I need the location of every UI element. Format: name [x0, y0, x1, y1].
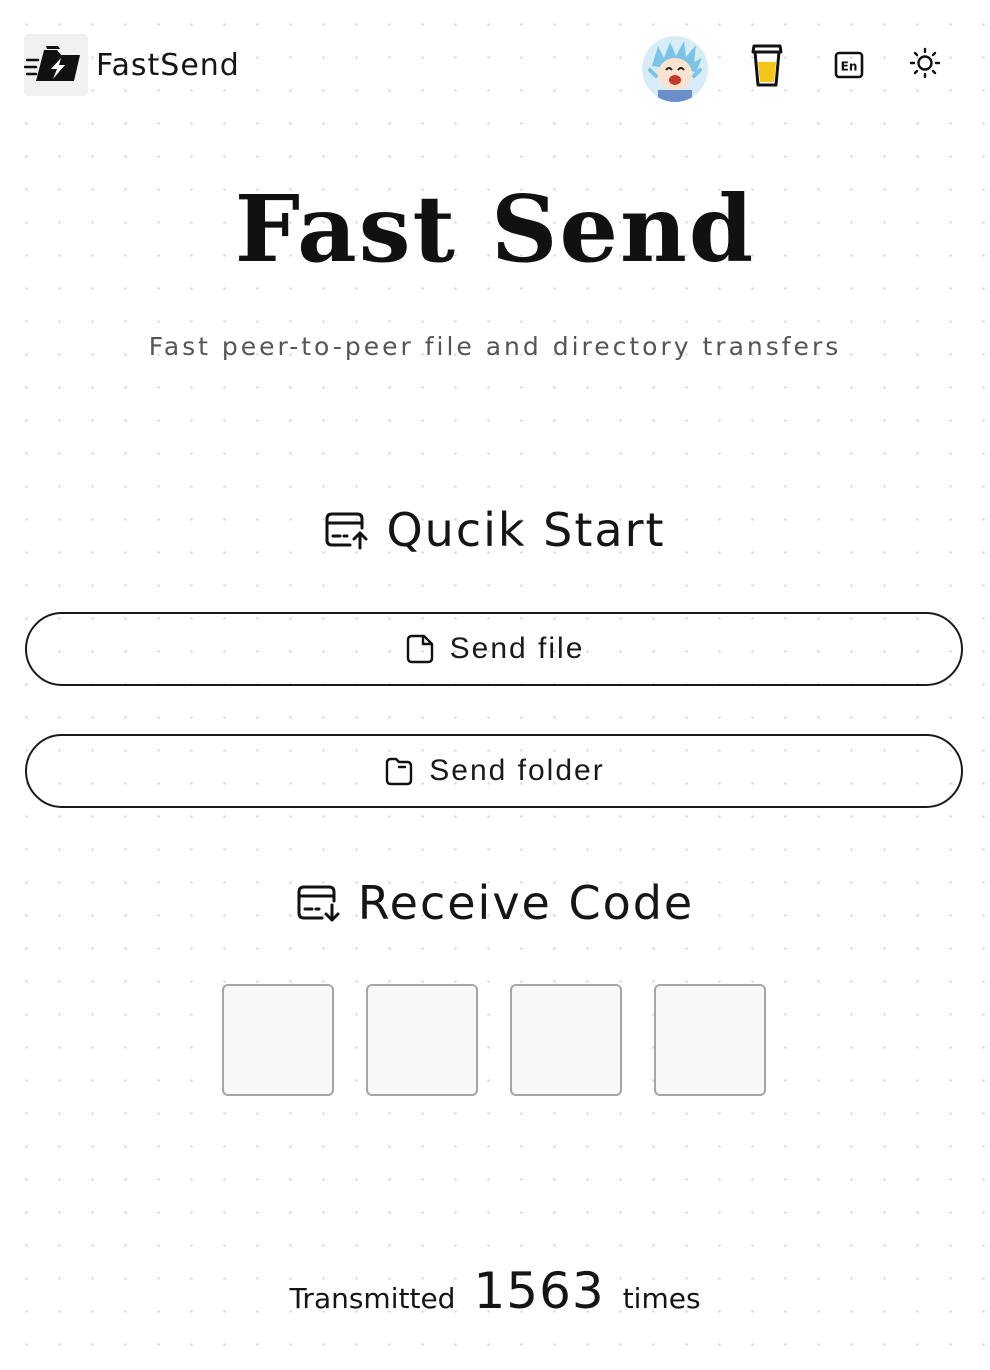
send-file-label: Send file	[449, 632, 585, 665]
brand-link[interactable]: FastSend	[24, 34, 240, 96]
language-code: En	[841, 60, 858, 74]
top-bar: FastSend En	[0, 0, 990, 125]
send-folder-label: Send folder	[429, 754, 605, 787]
transfer-count-prefix: Transmitted	[289, 1282, 456, 1315]
transfer-count-value: 1563	[473, 1262, 605, 1320]
quick-start-heading: Qucik Start	[0, 503, 990, 557]
hero-subtitle: Fast peer-to-peer file and directory tra…	[148, 332, 842, 361]
folder-icon	[386, 757, 413, 786]
code-digit-3[interactable]	[510, 984, 622, 1096]
avatar-image	[642, 36, 708, 102]
receive-code-heading: Receive Code	[0, 876, 990, 930]
lightning-folder-logo	[24, 34, 88, 96]
card-upload-icon	[325, 512, 368, 550]
brand-name: FastSend	[96, 47, 240, 83]
transfer-count: Transmitted 1563 times	[0, 1262, 990, 1320]
coffee-cup-icon[interactable]	[748, 42, 786, 88]
anime-avatar[interactable]	[642, 36, 708, 102]
file-icon	[406, 634, 433, 664]
send-file-button[interactable]: Send file	[25, 612, 963, 686]
receive-code-inputs	[222, 984, 766, 1096]
card-download-icon	[297, 885, 340, 922]
code-digit-1[interactable]	[222, 984, 334, 1096]
send-folder-button[interactable]: Send folder	[25, 734, 963, 808]
code-digit-2[interactable]	[366, 984, 478, 1096]
hero-title: Fast Send	[234, 175, 756, 283]
transfer-count-suffix: times	[622, 1282, 701, 1315]
sun-icon[interactable]	[908, 46, 942, 80]
en-language-icon[interactable]: En	[834, 50, 864, 80]
quick-start-title: Qucik Start	[386, 503, 666, 557]
code-digit-4[interactable]	[654, 984, 766, 1096]
receive-code-title: Receive Code	[357, 876, 695, 930]
